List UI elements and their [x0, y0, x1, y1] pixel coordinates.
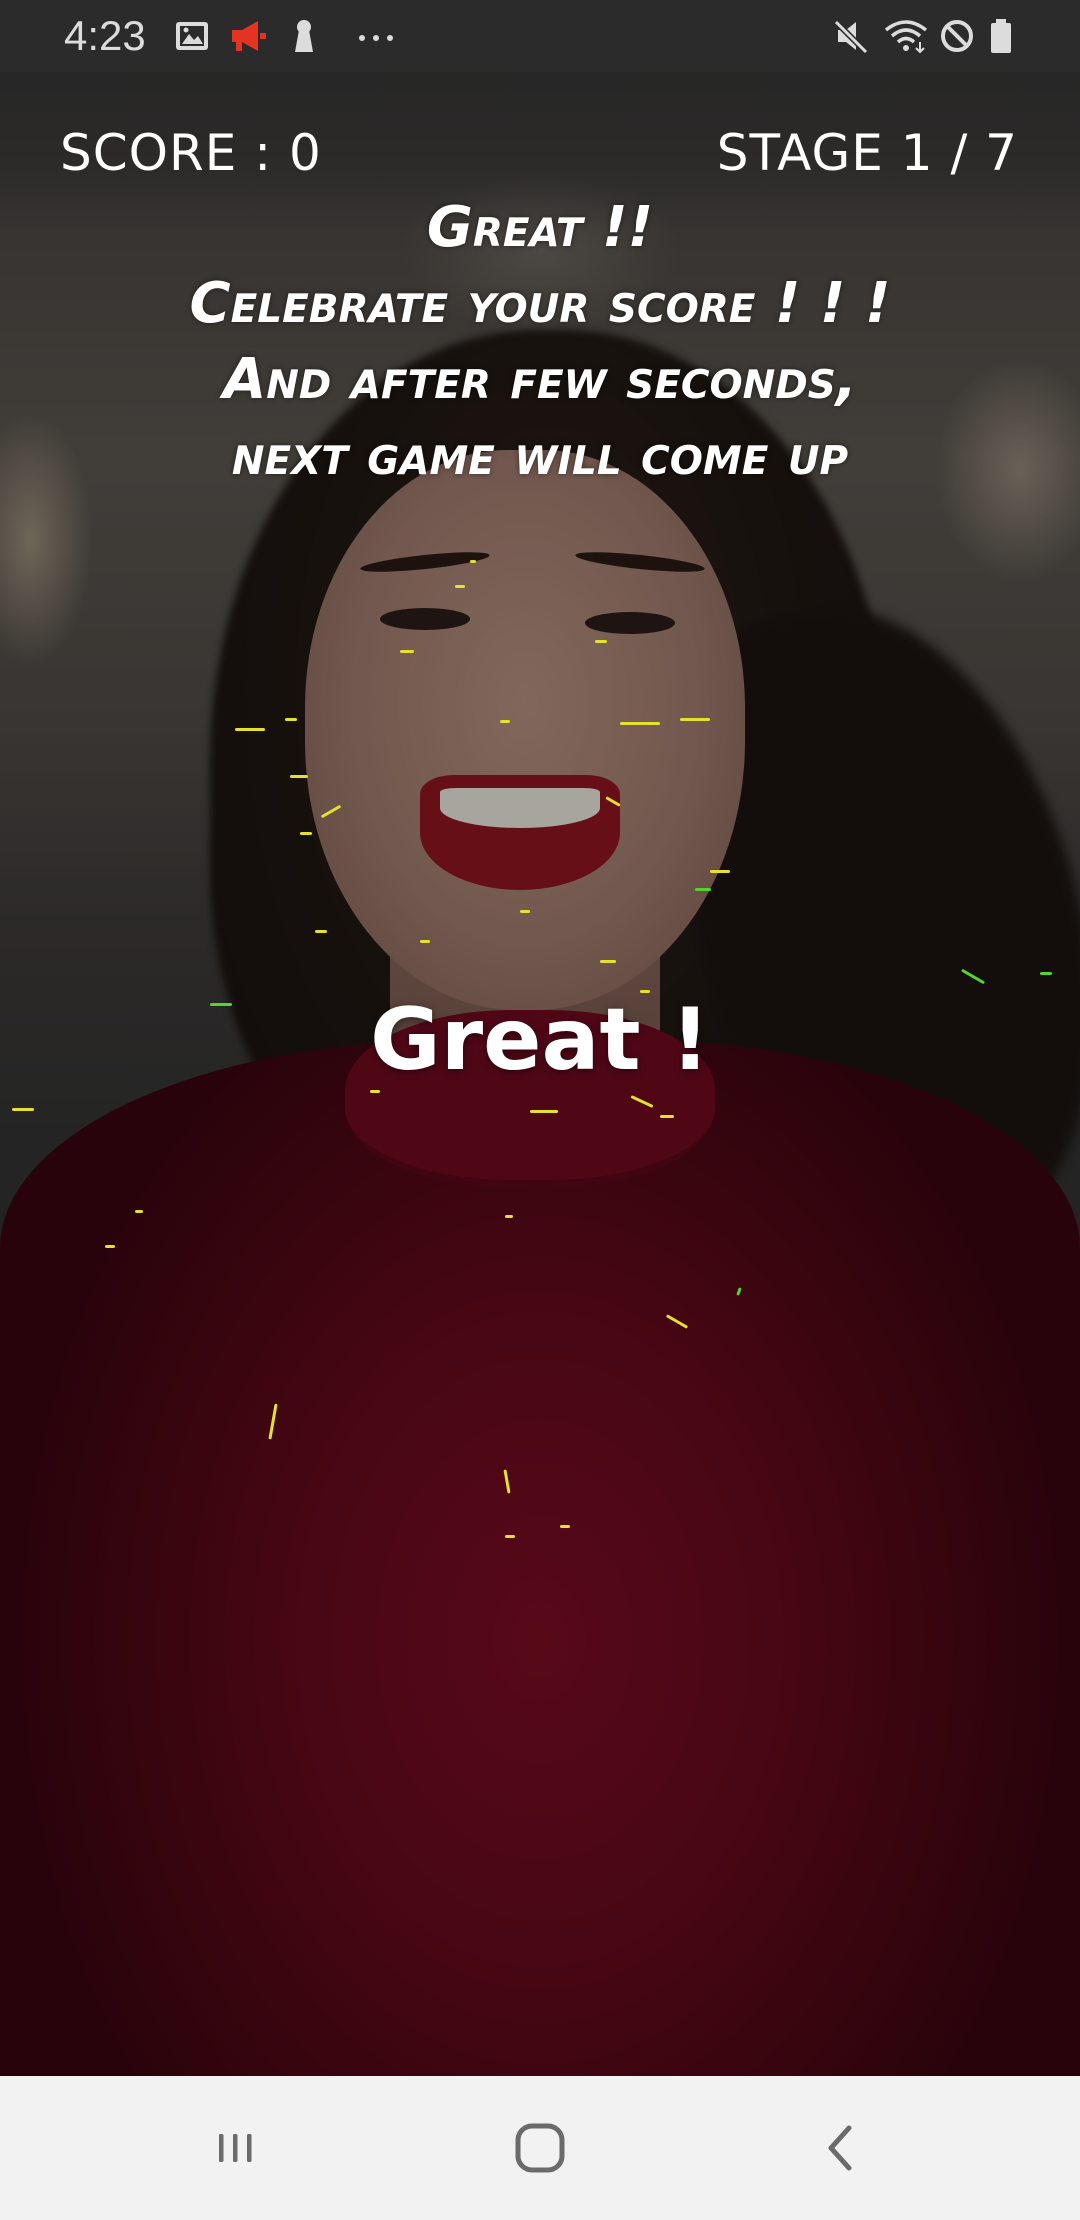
- confetti-speck: [315, 930, 327, 933]
- confetti-speck: [710, 870, 730, 873]
- message-line: And after few seconds,: [222, 347, 858, 412]
- more-dots-icon: [359, 35, 393, 41]
- confetti-speck: [400, 650, 414, 653]
- home-button[interactable]: [495, 2106, 585, 2190]
- confetti-speck: [695, 888, 711, 891]
- back-icon: [828, 2125, 852, 2171]
- keyhole-icon: [295, 20, 313, 52]
- message-line: next game will come up: [231, 423, 849, 488]
- confetti-speck: [680, 718, 710, 721]
- score-label: SCORE : 0: [60, 124, 322, 182]
- confetti-speck: [530, 1110, 558, 1113]
- game-screen: 4:23 SCORE: 0 STAGE 1 / 7 Great !! Cele…: [0, 0, 1080, 2220]
- mute-icon: [833, 19, 869, 54]
- megaphone-icon: [232, 21, 266, 51]
- image-icon: [176, 22, 208, 50]
- confetti-speck: [505, 1535, 515, 1538]
- status-bar: 4:23: [0, 0, 1080, 72]
- confetti-speck: [455, 585, 465, 588]
- back-button[interactable]: [796, 2106, 886, 2190]
- wifi-icon: [884, 20, 928, 54]
- feedback-text: Great !: [370, 990, 710, 1090]
- confetti-speck: [600, 960, 616, 963]
- confetti-speck: [290, 775, 308, 778]
- confetti-speck: [620, 722, 660, 725]
- confetti-speck: [12, 1108, 34, 1111]
- recent-apps-button[interactable]: [190, 2106, 280, 2190]
- confetti-speck: [595, 640, 607, 643]
- confetti-speck: [1040, 972, 1052, 975]
- confetti-speck: [285, 718, 297, 721]
- confetti-speck: [300, 832, 312, 835]
- recent-apps-icon: [219, 2134, 252, 2162]
- confetti-speck: [135, 1210, 143, 1213]
- confetti-speck: [470, 560, 476, 563]
- battery-icon: [991, 19, 1011, 53]
- confetti-speck: [105, 1245, 115, 1248]
- confetti-speck: [505, 1215, 513, 1218]
- confetti-speck: [560, 1525, 570, 1528]
- do-not-disturb-icon: [941, 20, 973, 52]
- confetti-speck: [420, 940, 430, 943]
- message-line: Celebrate your score ! ! !: [189, 271, 891, 336]
- home-icon: [515, 2123, 565, 2173]
- message-line: Great !!: [426, 195, 654, 260]
- confetti-speck: [660, 1115, 674, 1118]
- celebration-message: Great !! Celebrate your score ! ! ! And …: [0, 190, 1080, 494]
- stage-label: STAGE 1 / 7: [716, 124, 1018, 182]
- confetti-speck: [500, 720, 510, 723]
- confetti-speck: [235, 728, 265, 731]
- navigation-bar: [0, 2076, 1080, 2220]
- confetti-speck: [520, 910, 530, 913]
- status-time: 4:23: [64, 12, 146, 59]
